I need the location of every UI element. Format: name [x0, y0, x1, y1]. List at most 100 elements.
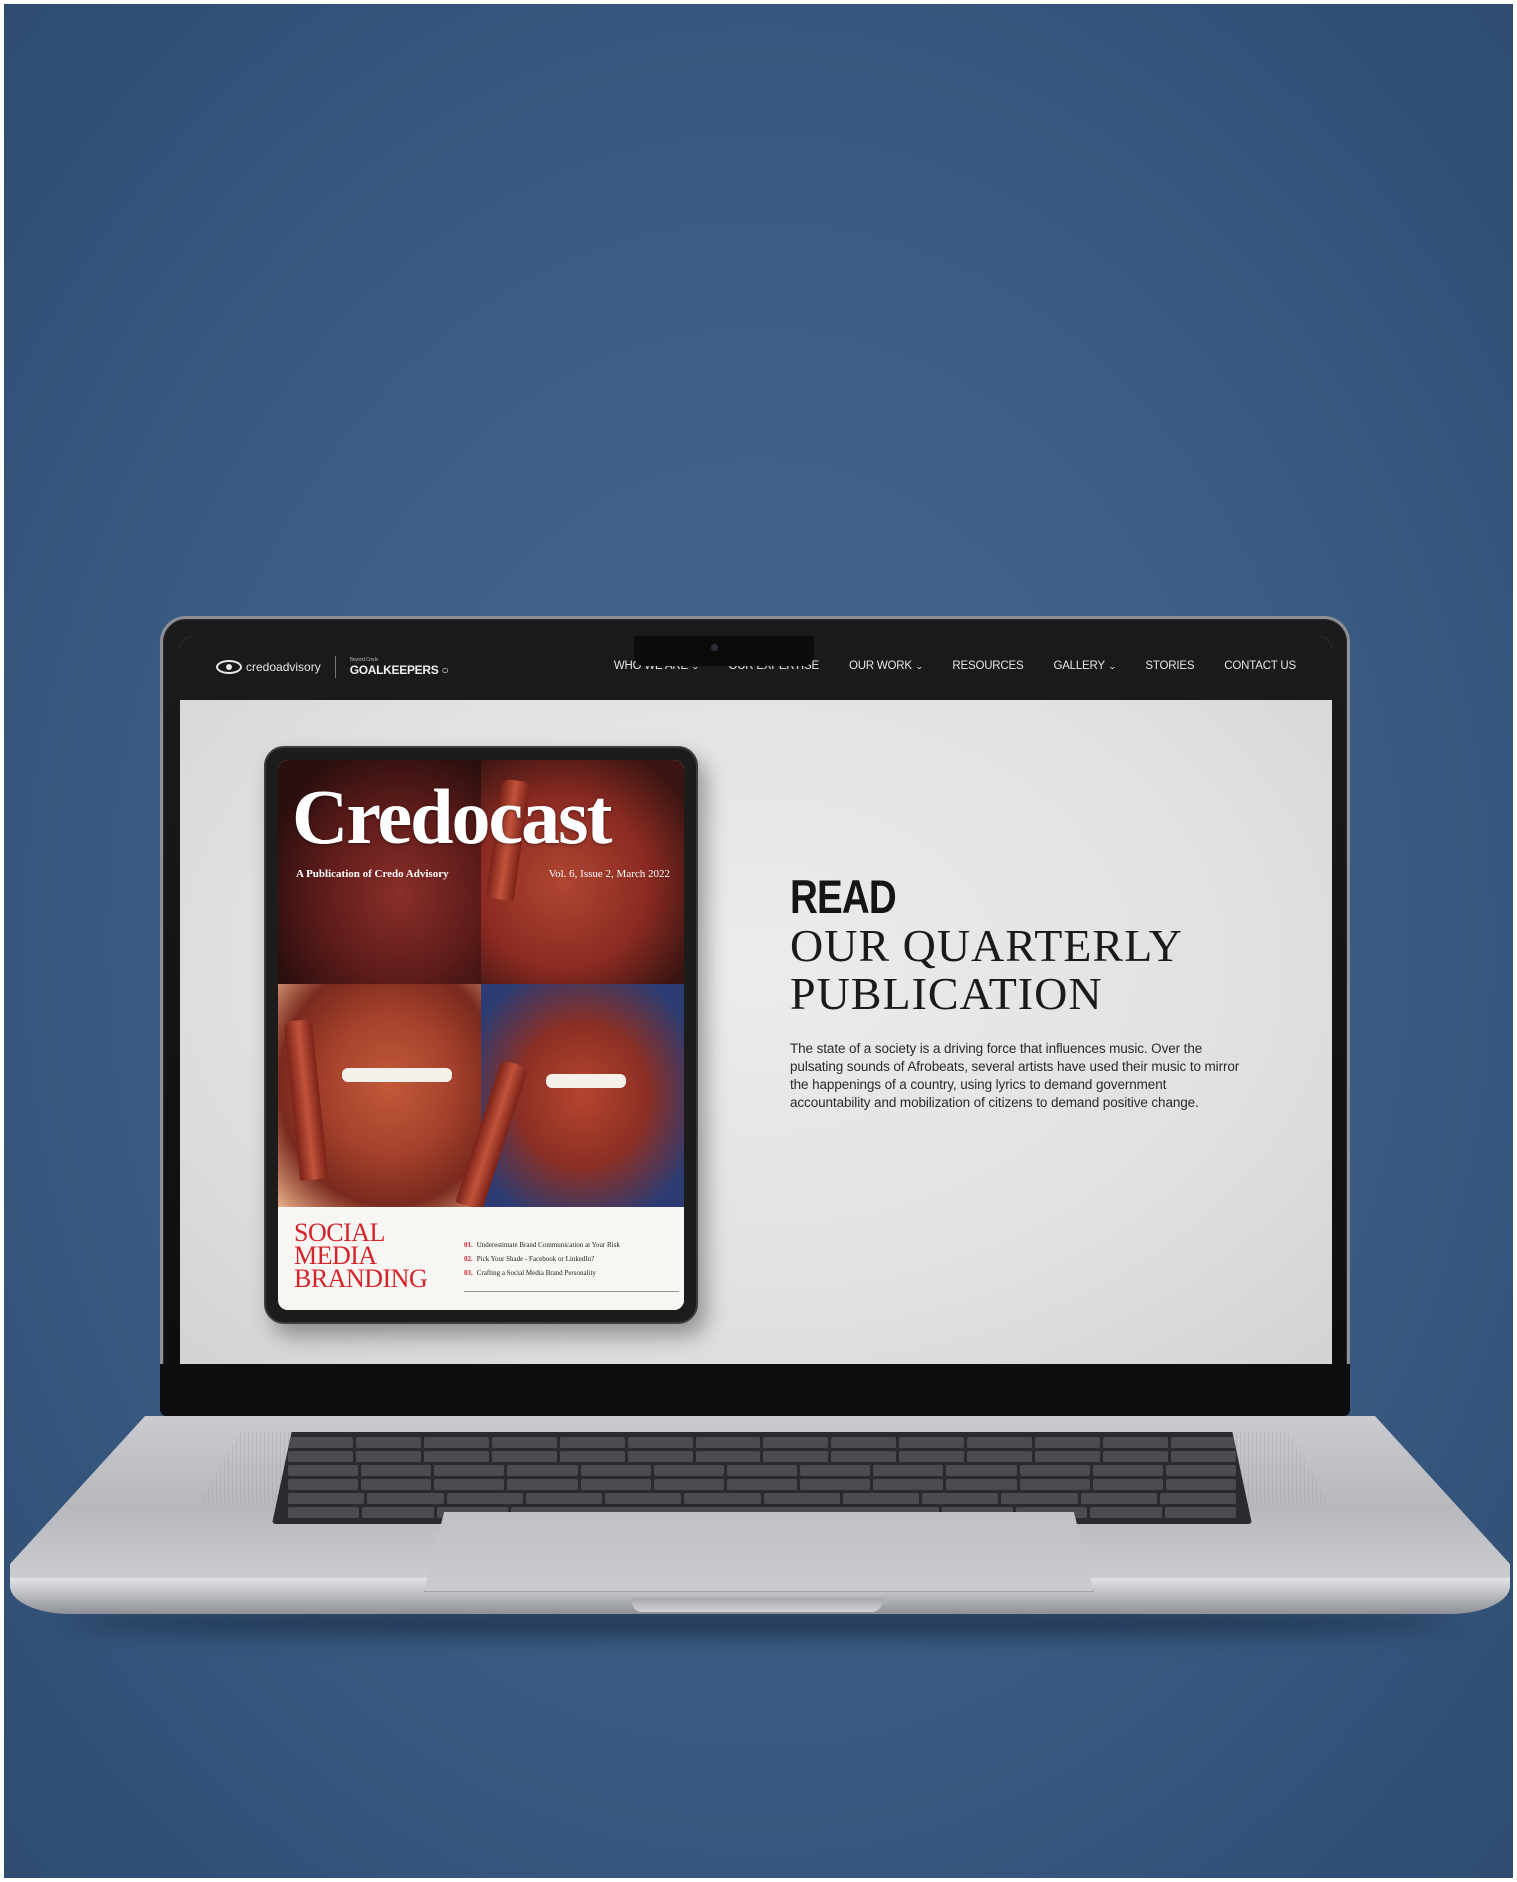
nav-item-contact-us[interactable]: CONTACT US	[1224, 660, 1296, 672]
key[interactable]	[423, 1451, 489, 1462]
toc-text: Crafting a Social Media Brand Personalit…	[476, 1269, 596, 1277]
key[interactable]	[423, 1437, 489, 1448]
key[interactable]	[653, 1465, 724, 1476]
key[interactable]	[1170, 1437, 1236, 1448]
key[interactable]	[491, 1437, 557, 1448]
key[interactable]	[946, 1479, 1017, 1490]
key[interactable]	[288, 1451, 353, 1462]
key[interactable]	[763, 1451, 829, 1462]
key[interactable]	[873, 1465, 944, 1476]
key[interactable]	[1090, 1507, 1162, 1518]
eye-icon	[216, 660, 242, 674]
magazine-volume: Vol. 6, Issue 2, March 2022	[548, 868, 670, 880]
key[interactable]	[800, 1479, 871, 1490]
keyboard-row	[288, 1451, 1236, 1462]
key[interactable]	[627, 1451, 693, 1462]
key[interactable]	[899, 1437, 965, 1448]
key[interactable]	[1019, 1479, 1090, 1490]
key[interactable]	[763, 1493, 840, 1504]
key[interactable]	[434, 1479, 505, 1490]
keyboard[interactable]	[272, 1432, 1252, 1524]
key[interactable]	[361, 1465, 432, 1476]
lid-opening-notch	[632, 1598, 882, 1612]
key[interactable]	[1035, 1451, 1101, 1462]
key[interactable]	[1001, 1493, 1078, 1504]
key[interactable]	[355, 1451, 421, 1462]
key[interactable]	[491, 1451, 557, 1462]
chevron-down-icon: ⌄	[914, 661, 924, 671]
key[interactable]	[899, 1451, 965, 1462]
key[interactable]	[967, 1437, 1033, 1448]
key[interactable]	[627, 1437, 693, 1448]
nav-item-our-work[interactable]: OUR WORK ⌄	[849, 660, 924, 672]
nav-item-stories[interactable]: STORIES	[1145, 660, 1194, 672]
credo-logo[interactable]: credoadvisory	[216, 660, 321, 674]
key[interactable]	[367, 1493, 444, 1504]
key[interactable]	[580, 1479, 651, 1490]
key[interactable]	[1159, 1493, 1236, 1504]
nav-label: STORIES	[1145, 660, 1195, 672]
key[interactable]	[288, 1465, 359, 1476]
laptop-screen: credoadvisory Beyond Credo GOALKEEPERS ○…	[180, 636, 1332, 1364]
nav-item-resources[interactable]: RESOURCES	[952, 660, 1023, 672]
hero-subheading-line: OUR QUARTERLY	[790, 920, 1183, 971]
key[interactable]	[1080, 1493, 1157, 1504]
hero-section: Credocast A Publication of Credo Advisor…	[180, 700, 1332, 1364]
magazine-cover[interactable]: Credocast A Publication of Credo Advisor…	[278, 760, 684, 1310]
key[interactable]	[288, 1493, 365, 1504]
key[interactable]	[288, 1507, 360, 1518]
key[interactable]	[605, 1493, 682, 1504]
key[interactable]	[1103, 1451, 1168, 1462]
key[interactable]	[922, 1493, 999, 1504]
key[interactable]	[967, 1451, 1033, 1462]
divider	[464, 1291, 679, 1292]
key[interactable]	[288, 1437, 353, 1448]
cover-toc: 01. Underestimate Brand Communication at …	[464, 1241, 620, 1283]
hero-heading: READ	[790, 870, 897, 923]
key[interactable]	[507, 1465, 578, 1476]
key[interactable]	[1170, 1451, 1236, 1462]
key[interactable]	[1035, 1437, 1101, 1448]
key[interactable]	[361, 1479, 432, 1490]
key[interactable]	[695, 1451, 761, 1462]
key[interactable]	[726, 1465, 798, 1476]
backdrop: credoadvisory Beyond Credo GOALKEEPERS ○…	[4, 4, 1513, 1878]
key[interactable]	[1165, 1465, 1237, 1476]
key[interactable]	[726, 1479, 798, 1490]
key[interactable]	[800, 1465, 871, 1476]
key[interactable]	[446, 1493, 523, 1504]
key[interactable]	[1019, 1465, 1090, 1476]
key[interactable]	[1092, 1465, 1163, 1476]
key[interactable]	[763, 1437, 829, 1448]
key[interactable]	[684, 1493, 761, 1504]
key[interactable]	[1165, 1479, 1237, 1490]
key[interactable]	[559, 1451, 625, 1462]
key[interactable]	[525, 1493, 602, 1504]
key[interactable]	[580, 1465, 651, 1476]
key[interactable]	[507, 1479, 578, 1490]
keyboard-row	[288, 1465, 1237, 1476]
trackpad[interactable]	[424, 1512, 1094, 1592]
key[interactable]	[831, 1451, 897, 1462]
goalkeepers-logo[interactable]: Beyond Credo GOALKEEPERS ○	[350, 657, 449, 677]
site-logo[interactable]: credoadvisory Beyond Credo GOALKEEPERS ○	[216, 656, 449, 678]
key[interactable]	[842, 1493, 919, 1504]
keyboard-row	[288, 1493, 1236, 1504]
key[interactable]	[873, 1479, 944, 1490]
key[interactable]	[1103, 1437, 1168, 1448]
key[interactable]	[355, 1437, 421, 1448]
key[interactable]	[362, 1507, 434, 1518]
key[interactable]	[1092, 1479, 1163, 1490]
nav-item-gallery[interactable]: GALLERY ⌄	[1053, 660, 1116, 672]
key[interactable]	[946, 1465, 1017, 1476]
key[interactable]	[559, 1437, 625, 1448]
goalkeepers-text: GOALKEEPERS	[349, 663, 439, 677]
key[interactable]	[434, 1465, 505, 1476]
key[interactable]	[831, 1437, 897, 1448]
toc-num: 02.	[464, 1255, 473, 1263]
magazine-tablet[interactable]: Credocast A Publication of Credo Advisor…	[264, 746, 698, 1324]
key[interactable]	[653, 1479, 724, 1490]
key[interactable]	[695, 1437, 761, 1448]
key[interactable]	[288, 1479, 359, 1490]
key[interactable]	[1164, 1507, 1237, 1518]
